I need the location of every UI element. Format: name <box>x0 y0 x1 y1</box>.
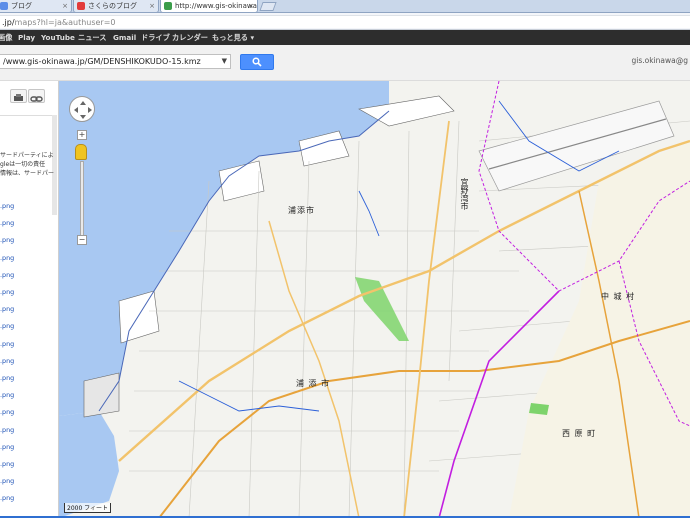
url-path: maps?hl=ja&authuser=0 <box>14 18 116 27</box>
park-area <box>529 403 549 415</box>
gbar-images[interactable]: 画像 <box>0 30 12 45</box>
scale-bar: 2000 フィート <box>64 503 112 513</box>
sakura-favicon-icon <box>77 2 85 10</box>
tab-label: http://www.gis-okinawa.jp <box>175 2 258 10</box>
map-graphics <box>59 81 690 518</box>
url-host: .jp/ <box>2 18 15 27</box>
label-nishihara: 西 原 町 <box>562 429 597 438</box>
maps-search-row: /www.gis-okinawa.jp/GM/DENSHIKOKUDO-15.k… <box>0 45 690 81</box>
zoom-slider[interactable] <box>80 161 84 241</box>
file-link[interactable]: .png <box>0 322 14 330</box>
print-button[interactable] <box>10 89 27 103</box>
file-link[interactable]: .png <box>0 340 14 348</box>
file-link[interactable]: .png <box>0 408 14 416</box>
file-link[interactable]: .png <box>0 391 14 399</box>
zoom-in-button[interactable]: + <box>77 130 87 140</box>
file-link[interactable]: .png <box>0 494 14 502</box>
user-account[interactable]: gis.okinawa@g <box>632 56 689 65</box>
gbar-news[interactable]: ニュース <box>78 30 106 45</box>
sea-area-south <box>59 411 119 518</box>
attribution-note: サードパーティによ gleは一切の責任 情報は、サードパー <box>0 151 54 178</box>
river <box>358 190 380 237</box>
tab-gis-okinawa[interactable]: http://www.gis-okinawa.jp × <box>160 0 258 13</box>
gbar-gmail[interactable]: Gmail <box>113 30 136 45</box>
label-urasoe-center: 浦 添 市 <box>296 379 331 388</box>
browser-window: ブログ × さくらのブログ × http://www.gis-okinawa.j… <box>0 0 690 518</box>
sea-area <box>59 81 389 416</box>
zoom-out-button[interactable]: − <box>77 235 87 245</box>
link-button[interactable] <box>28 89 45 103</box>
close-icon[interactable]: × <box>62 0 68 12</box>
note-line: サードパーティによ <box>0 152 54 159</box>
label-ginowan: 宜野湾市 <box>460 178 469 210</box>
label-nakagusuku: 中 城 村 <box>601 292 636 301</box>
blog-favicon-icon <box>0 2 8 10</box>
tab-label: ブログ <box>11 2 32 10</box>
harbor-pier <box>83 372 120 418</box>
file-link[interactable]: .png <box>0 271 14 279</box>
tab-blog[interactable]: ブログ × <box>0 0 72 13</box>
file-link[interactable]: .png <box>0 460 14 468</box>
highway <box>403 120 450 518</box>
print-icon <box>14 94 23 101</box>
link-icon <box>30 96 43 102</box>
google-bar: 画像 Play YouTube ニュース Gmail ドライブ カレンダー もっ… <box>0 30 690 45</box>
panel-divider <box>0 115 55 116</box>
dropdown-arrow-icon[interactable]: ▼ <box>222 55 227 68</box>
label-urasoe-north: 浦添市 <box>288 206 315 215</box>
gbar-more[interactable]: もっと見る ▾ <box>212 30 254 45</box>
url-field[interactable]: .jp/maps?hl=ja&authuser=0 <box>0 15 690 28</box>
file-link[interactable]: .png <box>0 374 14 382</box>
tab-sakura-blog[interactable]: さくらのブログ × <box>73 0 159 13</box>
file-link[interactable]: .png <box>0 288 14 296</box>
pan-control[interactable] <box>69 96 95 122</box>
file-link[interactable]: .png <box>0 254 14 262</box>
file-link[interactable]: .png <box>0 219 14 227</box>
file-link[interactable]: .png <box>0 202 14 210</box>
file-link[interactable]: .png <box>0 357 14 365</box>
file-link[interactable]: .png <box>0 236 14 244</box>
map-canvas[interactable]: 浦添市 浦 添 市 宜野湾市 中 城 村 西 原 町 + − 2000 フィート <box>59 81 690 518</box>
note-line: 情報は、サードパー <box>0 170 55 177</box>
tab-label: さくらのブログ <box>88 2 137 10</box>
left-panel: サードパーティによ gleは一切の責任 情報は、サードパー .png .png .p… <box>0 81 59 518</box>
close-icon[interactable]: × <box>149 0 155 12</box>
search-icon <box>252 57 262 67</box>
gbar-drive[interactable]: ドライブ <box>141 30 170 45</box>
file-link[interactable]: .png <box>0 477 14 485</box>
search-button[interactable] <box>240 54 274 70</box>
file-link[interactable]: .png <box>0 305 14 313</box>
gbar-youtube[interactable]: YouTube <box>41 30 75 45</box>
new-tab-button[interactable] <box>259 2 277 11</box>
address-bar: .jp/maps?hl=ja&authuser=0 <box>0 13 690 30</box>
pegman-icon[interactable] <box>75 144 87 160</box>
tab-strip: ブログ × さくらのブログ × http://www.gis-okinawa.j… <box>0 0 690 13</box>
search-input[interactable]: /www.gis-okinawa.jp/GM/DENSHIKOKUDO-15.k… <box>0 54 231 69</box>
file-link[interactable]: .png <box>0 426 14 434</box>
maps-favicon-icon <box>164 2 172 10</box>
gbar-play[interactable]: Play <box>18 30 35 45</box>
search-input-value: /www.gis-okinawa.jp/GM/DENSHIKOKUDO-15.k… <box>3 57 201 66</box>
close-icon[interactable]: × <box>248 0 254 12</box>
highway <box>268 220 360 518</box>
pan-arrows-icon <box>74 101 92 119</box>
gbar-calendar[interactable]: カレンダー <box>172 30 208 45</box>
note-line: gleは一切の責任 <box>0 161 46 168</box>
file-link[interactable]: .png <box>0 443 14 451</box>
